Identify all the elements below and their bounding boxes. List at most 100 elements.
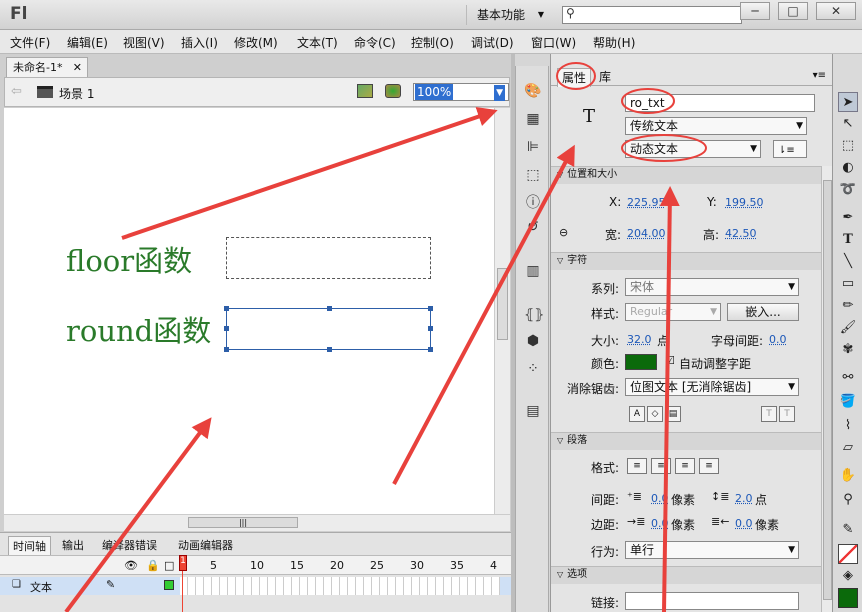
section-position-size[interactable]: ▽ 位置和大小 [551,166,821,184]
layer-name[interactable]: 文本 [30,579,52,595]
edit-symbols-icon[interactable] [385,84,401,98]
text-tool-icon[interactable]: T [838,230,858,250]
render-html-icon[interactable]: ◇ [647,406,663,422]
deco-tool-icon[interactable]: ✾ [838,340,858,360]
tab-timeline[interactable]: 时间轴 [8,536,51,555]
transform-icon[interactable]: ⬚ [524,166,542,184]
resize-handle[interactable] [327,347,332,352]
hand-tool-icon[interactable]: ✋ [838,466,858,486]
menu-debug[interactable]: 调试(D) [471,34,514,51]
outline-icon[interactable]: □ [164,559,174,572]
y-value[interactable]: 199.50 [725,196,764,209]
lasso-tool-icon[interactable]: ➰ [838,180,858,200]
align-center-icon[interactable]: ≡ [651,458,671,474]
line-spacing-value[interactable]: 2.0 [735,492,753,505]
stroke-swatch[interactable] [838,544,858,564]
history-icon[interactable]: ↺ [524,218,542,236]
scrollbar-thumb[interactable] [497,268,508,340]
menu-modify[interactable]: 修改(M) [234,34,278,51]
floor-text-field[interactable] [226,237,431,279]
edit-scene-icon[interactable] [357,84,373,98]
height-value[interactable]: 42.50 [725,227,757,240]
text-engine-select[interactable]: 传统文本 ▼ [625,117,807,135]
align-left-icon[interactable]: ≡ [627,458,647,474]
actions-icon[interactable]: ⦃⦄ [524,306,545,324]
tab-compiler-errors[interactable]: 编译器错误 [98,536,161,554]
playhead[interactable]: 1 [179,555,187,612]
link-constraint-icon[interactable]: ⊖ [559,226,568,239]
menu-view[interactable]: 视图(V) [123,34,165,51]
zoom-select[interactable]: 100% ▼ [413,83,509,101]
eyedropper-tool-icon[interactable]: ⌇ [838,416,858,436]
stage-horizontal-scrollbar[interactable]: ||| [4,514,510,531]
resize-handle[interactable] [428,326,433,331]
maximize-button[interactable]: □ [778,2,808,20]
minimize-button[interactable]: ─ [740,2,770,20]
antialias-select[interactable]: 位图文本 [无消除锯齿] ▼ [625,378,799,396]
fill-color-icon[interactable]: ◈ [838,566,858,586]
help-search-input[interactable]: ⚲ [562,6,742,24]
text-orientation-select[interactable]: ⇂≡ [773,140,807,158]
swatches-icon[interactable]: ▦ [524,110,542,128]
left-margin-value[interactable]: 0.0 [651,517,669,530]
tab-library[interactable]: 库 [595,68,615,85]
menu-text[interactable]: 文本(T) [297,34,338,51]
tab-motion-editor[interactable]: 动画编辑器 [174,536,237,554]
superscript-icon[interactable]: T [761,406,777,422]
size-value[interactable]: 32.0 [627,333,652,346]
section-options[interactable]: ▽ 选项 [551,566,821,584]
link-input[interactable] [625,592,799,610]
menu-file[interactable]: 文件(F) [10,34,50,51]
right-margin-value[interactable]: 0.0 [735,517,753,530]
menu-window[interactable]: 窗口(W) [531,34,576,51]
text-color-swatch[interactable] [625,354,657,370]
motion-presets-icon[interactable]: ⁘ [524,360,542,378]
resize-handle[interactable] [327,306,332,311]
font-style-select[interactable]: Regular ▼ [625,303,721,321]
subselection-tool-icon[interactable]: ↖ [838,114,858,134]
indent-value[interactable]: 0.0 [651,492,669,505]
embed-button[interactable]: 嵌入... [727,303,799,321]
bone-tool-icon[interactable]: ⚯ [838,368,858,388]
stage[interactable]: floor函数 round函数 [4,108,494,514]
workspace-switcher[interactable]: 基本功能 ▼ [466,5,550,25]
justify-icon[interactable]: ≡ [699,458,719,474]
library-icon[interactable]: ▥ [524,262,542,280]
scrollbar-thumb[interactable]: ||| [188,517,298,528]
round-text-field[interactable] [224,306,433,352]
brush-tool-icon[interactable]: 🖌 [838,318,858,338]
resize-handle[interactable] [224,306,229,311]
layer-outline-color[interactable] [164,580,174,590]
align-right-icon[interactable]: ≡ [675,458,695,474]
scrollbar-thumb[interactable] [823,180,832,600]
menu-control[interactable]: 控制(O) [411,34,454,51]
show-border-icon[interactable]: ▤ [665,406,681,422]
x-value[interactable]: 225.95 [627,196,666,209]
selection-tool-icon[interactable]: ➤ [838,92,858,112]
behavior-select[interactable]: 单行 ▼ [625,541,799,559]
instance-name-input[interactable]: ro_txt [625,94,815,112]
tab-properties[interactable]: 属性 [557,68,592,87]
resize-handle[interactable] [428,306,433,311]
menu-insert[interactable]: 插入(I) [181,34,218,51]
letter-spacing-value[interactable]: 0.0 [769,333,787,346]
menu-help[interactable]: 帮助(H) [593,34,635,51]
selectable-text-icon[interactable]: A [629,406,645,422]
eraser-tool-icon[interactable]: ▱ [838,438,858,458]
line-tool-icon[interactable]: ╲ [838,252,858,272]
document-tab[interactable]: 未命名-1* ✕ [6,57,88,77]
project-icon[interactable]: ▤ [524,402,542,420]
close-icon[interactable]: ✕ [73,58,82,77]
section-paragraph[interactable]: ▽ 段落 [551,432,821,450]
font-family-select[interactable]: 宋体 ▼ [625,278,799,296]
paint-bucket-tool-icon[interactable]: 🪣 [838,392,858,412]
fill-swatch[interactable] [838,588,858,608]
zoom-tool-icon[interactable]: ⚲ [838,490,858,510]
eye-icon[interactable]: 👁 [124,559,138,572]
resize-handle[interactable] [428,347,433,352]
stage-vertical-scrollbar[interactable] [494,108,510,514]
tab-output[interactable]: 输出 [58,536,88,554]
lock-icon[interactable]: 🔒 [146,559,160,572]
pencil-tool-icon[interactable]: ✏ [838,296,858,316]
text-type-select[interactable]: 动态文本 ▼ [625,140,761,158]
